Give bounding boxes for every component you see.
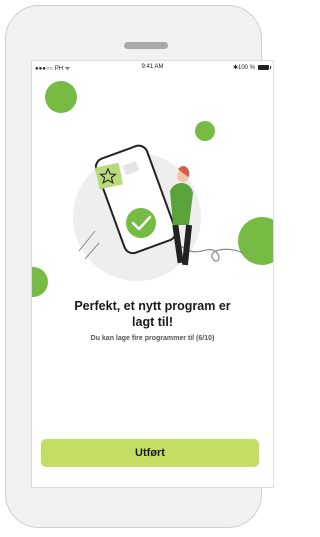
battery-icon [258,65,271,70]
battery-text: ✱100 % [232,65,255,71]
done-button[interactable]: Utført [41,439,259,467]
success-title-line1: Perfekt, et nytt program er [74,299,231,313]
app-screen: ●●●○○ PH ᯤ 9:41 AM ✱100 % Perfekt, et ny… [31,60,274,488]
success-title-line2: lagt til! [132,315,173,329]
checkmark-icon [126,208,156,238]
phone-speaker [124,42,168,49]
status-bar: ●●●○○ PH ᯤ 9:41 AM ✱100 % [32,63,273,75]
success-title: Perfekt, et nytt program er lagt til! [32,298,273,330]
program-added-illustration [73,144,244,281]
program-count-text: Du kan lage fire programmer til (6/10) [90,335,215,342]
decor-dot-left [32,267,48,297]
decor-dot-large-top-left [45,81,77,113]
